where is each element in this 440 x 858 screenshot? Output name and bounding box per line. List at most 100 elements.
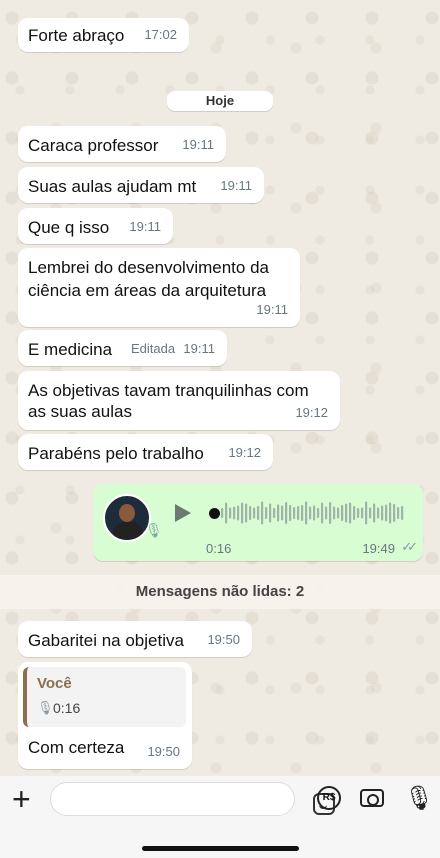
waveform-bar bbox=[257, 506, 260, 520]
waveform-bar bbox=[381, 505, 384, 521]
quote-duration: 0:16 bbox=[53, 700, 81, 716]
waveform-bar bbox=[313, 505, 316, 521]
waveform-bar bbox=[373, 503, 376, 523]
playback-scrubber[interactable] bbox=[209, 508, 220, 519]
waveform-bar bbox=[229, 507, 232, 519]
waveform[interactable] bbox=[221, 498, 407, 528]
waveform-bar bbox=[345, 503, 348, 523]
message-text: Forte abraço bbox=[28, 26, 125, 45]
waveform-bar bbox=[389, 502, 392, 524]
waveform-bar bbox=[321, 502, 324, 524]
reply-quote[interactable]: Você 🎙 0:16 bbox=[23, 667, 186, 727]
avatar bbox=[103, 494, 151, 542]
waveform-bar bbox=[329, 502, 332, 524]
play-icon[interactable] bbox=[175, 504, 191, 522]
waveform-bar bbox=[253, 507, 256, 519]
quote-author: Você bbox=[37, 675, 72, 692]
waveform-bar bbox=[245, 503, 248, 523]
message-time: 19:12 bbox=[228, 445, 261, 460]
message-time: 19:11 bbox=[129, 219, 161, 234]
message-bubble[interactable]: As objetivas tavam tranquilinhas com as … bbox=[18, 371, 340, 430]
message-text-line1: As objetivas tavam tranquilinhas com bbox=[28, 381, 309, 400]
message-bubble[interactable]: Lembrei do desenvolvimento da ciência em… bbox=[18, 248, 300, 327]
message-text: Suas aulas ajudam mt bbox=[28, 177, 197, 196]
waveform-bar bbox=[357, 508, 360, 518]
waveform-bar bbox=[293, 507, 296, 519]
waveform-bar bbox=[325, 506, 328, 520]
message-bubble[interactable]: E medicina Editada 19:11 bbox=[18, 330, 227, 366]
message-time: 19:49 bbox=[362, 541, 395, 556]
message-text: Com certeza bbox=[28, 738, 125, 757]
avatar-body bbox=[113, 522, 143, 540]
microphone-icon[interactable]: 🎙 bbox=[404, 784, 434, 813]
waveform-bar bbox=[233, 506, 236, 520]
camera-icon[interactable] bbox=[360, 789, 384, 807]
waveform-bar bbox=[349, 502, 352, 524]
message-input[interactable] bbox=[50, 782, 335, 816]
waveform-bar bbox=[277, 504, 280, 522]
message-text-line2: ciência em áreas da arquitetura bbox=[28, 281, 267, 300]
waveform-bar bbox=[237, 505, 240, 521]
waveform-bar bbox=[353, 506, 356, 520]
message-time: 19:50 bbox=[207, 632, 240, 647]
waveform-bar bbox=[333, 506, 336, 520]
message-time: 19:11 bbox=[256, 302, 288, 317]
waveform-bar bbox=[393, 504, 396, 522]
waveform-bar bbox=[289, 505, 292, 521]
waveform-bar bbox=[397, 507, 400, 519]
avatar-head bbox=[119, 504, 135, 522]
waveform-bar bbox=[401, 506, 404, 520]
message-bubble[interactable]: Parabéns pelo trabalho 19:12 bbox=[18, 434, 273, 470]
waveform-bar bbox=[365, 501, 368, 525]
voice-message-bubble[interactable]: 🎙 0:16 19:49 ✓✓ bbox=[93, 484, 423, 561]
waveform-bar bbox=[285, 502, 288, 524]
message-bubble[interactable]: Forte abraço 17:02 bbox=[18, 18, 189, 52]
message-text-line1: Lembrei do desenvolvimento da bbox=[28, 258, 269, 277]
waveform-bar bbox=[269, 503, 272, 523]
message-text: Gabaritei na objetiva bbox=[28, 631, 184, 650]
waveform-bar bbox=[309, 506, 312, 520]
unread-banner: Mensagens não lidas: 2 bbox=[0, 575, 440, 609]
message-text: Parabéns pelo trabalho bbox=[28, 444, 204, 463]
voice-duration: 0:16 bbox=[206, 541, 232, 556]
message-text: Que q isso bbox=[28, 218, 110, 237]
day-separator: Hoje bbox=[167, 91, 273, 111]
double-check-icon: ✓✓ bbox=[401, 539, 418, 554]
waveform-bar bbox=[361, 507, 364, 519]
message-time: 19:50 bbox=[147, 744, 180, 759]
payment-icon[interactable]: R$ bbox=[317, 786, 341, 810]
waveform-bar bbox=[225, 502, 228, 524]
waveform-bar bbox=[265, 507, 268, 519]
waveform-bar bbox=[369, 507, 372, 519]
waveform-bar bbox=[297, 506, 300, 520]
message-time: 19:11 bbox=[183, 341, 215, 356]
waveform-bar bbox=[305, 501, 308, 525]
message-bubble[interactable]: Suas aulas ajudam mt 19:11 bbox=[18, 167, 264, 203]
waveform-bar bbox=[249, 506, 252, 520]
message-bubble[interactable]: Gabaritei na objetiva 19:50 bbox=[18, 621, 252, 657]
message-text: Caraca professor bbox=[28, 136, 159, 155]
waveform-svg bbox=[221, 501, 404, 525]
message-bubble[interactable]: Que q isso 19:11 bbox=[18, 208, 173, 244]
waveform-bar bbox=[317, 508, 320, 518]
home-indicator bbox=[142, 846, 299, 851]
message-text: E medicina bbox=[28, 340, 113, 359]
message-time: 19:11 bbox=[220, 178, 252, 193]
message-bubble[interactable]: Caraca professor 19:11 bbox=[18, 126, 226, 162]
message-text-line2: as suas aulas bbox=[28, 402, 132, 421]
plus-icon[interactable]: + bbox=[12, 782, 31, 816]
message-time: 17:02 bbox=[144, 27, 177, 42]
waveform-bar bbox=[377, 507, 380, 519]
waveform-bar bbox=[385, 504, 388, 522]
waveform-bar bbox=[241, 502, 244, 524]
message-time: 19:12 bbox=[295, 405, 328, 420]
waveform-bar bbox=[337, 507, 340, 519]
message-time: 19:11 bbox=[182, 137, 214, 152]
waveform-bar bbox=[221, 508, 224, 518]
waveform-bar bbox=[273, 508, 276, 518]
edited-label: Editada bbox=[131, 341, 176, 356]
mic-icon: 🎙 bbox=[37, 700, 54, 715]
waveform-bar bbox=[281, 505, 284, 521]
waveform-bar bbox=[341, 505, 344, 521]
waveform-bar bbox=[261, 501, 264, 525]
